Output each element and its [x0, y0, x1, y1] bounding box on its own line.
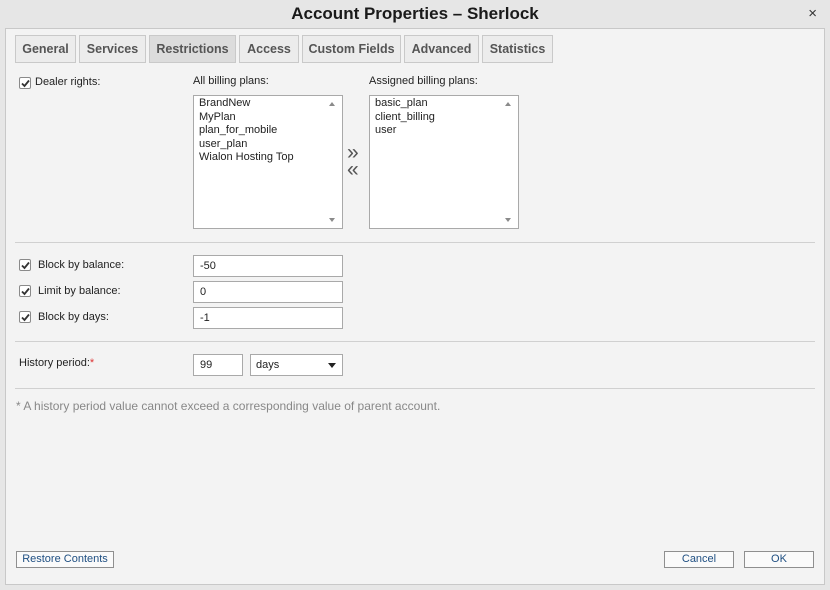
history-note: * A history period value cannot exceed a… — [16, 399, 441, 413]
assigned-billing-plans-label: Assigned billing plans: — [369, 75, 478, 87]
required-mark: * — [89, 357, 95, 369]
divider — [15, 242, 815, 243]
list-item[interactable]: Wialon Hosting Top — [199, 151, 294, 165]
history-period-input[interactable]: 99 — [193, 354, 243, 376]
dealer-rights-checkbox[interactable] — [19, 77, 31, 89]
tab-advanced[interactable]: Advanced — [404, 35, 479, 63]
scroll-down-icon[interactable] — [329, 218, 335, 222]
scroll-up-icon[interactable] — [505, 102, 511, 106]
tab-statistics[interactable]: Statistics — [482, 35, 553, 63]
check-icon — [21, 313, 30, 322]
title-bar: Account Properties – Sherlock × — [0, 0, 830, 28]
assigned-billing-plans-list[interactable]: basic_plan client_billing user — [369, 95, 519, 229]
close-icon[interactable]: × — [808, 5, 817, 22]
list-item[interactable]: user — [375, 124, 435, 138]
block-by-balance-label: Block by balance: — [38, 259, 125, 271]
limit-by-balance-checkbox[interactable] — [19, 285, 31, 297]
tab-access[interactable]: Access — [239, 35, 299, 63]
window-title: Account Properties – Sherlock — [291, 4, 539, 23]
list-item[interactable]: MyPlan — [199, 111, 294, 125]
divider — [15, 388, 815, 389]
block-by-days-input[interactable]: -1 — [193, 307, 343, 329]
dialog-panel: General Services Restrictions Access Cus… — [5, 28, 825, 585]
tab-services[interactable]: Services — [79, 35, 146, 63]
block-by-balance-input[interactable]: -50 — [193, 255, 343, 277]
restore-contents-button[interactable]: Restore Contents — [16, 551, 114, 568]
limit-by-balance-label: Limit by balance: — [38, 285, 121, 297]
all-billing-plans-list[interactable]: BrandNew MyPlan plan_for_mobile user_pla… — [193, 95, 343, 229]
tab-custom-fields[interactable]: Custom Fields — [302, 35, 401, 63]
scrollbar[interactable] — [501, 96, 518, 228]
dealer-rights-label: Dealer rights: — [35, 76, 101, 88]
list-item[interactable]: BrandNew — [199, 97, 294, 111]
ok-button[interactable]: OK — [744, 551, 814, 568]
tab-restrictions[interactable]: Restrictions — [149, 35, 236, 63]
scroll-down-icon[interactable] — [505, 218, 511, 222]
check-icon — [21, 79, 30, 88]
scrollbar[interactable] — [325, 96, 342, 228]
chevron-down-icon — [328, 363, 336, 368]
scroll-up-icon[interactable] — [329, 102, 335, 106]
history-period-label: History period:* — [19, 357, 94, 369]
list-item[interactable]: basic_plan — [375, 97, 435, 111]
move-left-button[interactable]: « — [347, 159, 359, 180]
block-by-days-label: Block by days: — [38, 311, 109, 323]
cancel-button[interactable]: Cancel — [664, 551, 734, 568]
all-billing-plans-label: All billing plans: — [193, 75, 269, 87]
block-by-days-checkbox[interactable] — [19, 311, 31, 323]
limit-by-balance-input[interactable]: 0 — [193, 281, 343, 303]
check-icon — [21, 261, 30, 270]
history-period-text: History period: — [19, 357, 90, 369]
history-unit-select[interactable]: days — [250, 354, 343, 376]
check-icon — [21, 287, 30, 296]
list-item[interactable]: user_plan — [199, 138, 294, 152]
list-item[interactable]: client_billing — [375, 111, 435, 125]
divider — [15, 341, 815, 342]
block-by-balance-checkbox[interactable] — [19, 259, 31, 271]
list-item[interactable]: plan_for_mobile — [199, 124, 294, 138]
tab-general[interactable]: General — [15, 35, 76, 63]
history-unit-value: days — [256, 359, 280, 371]
